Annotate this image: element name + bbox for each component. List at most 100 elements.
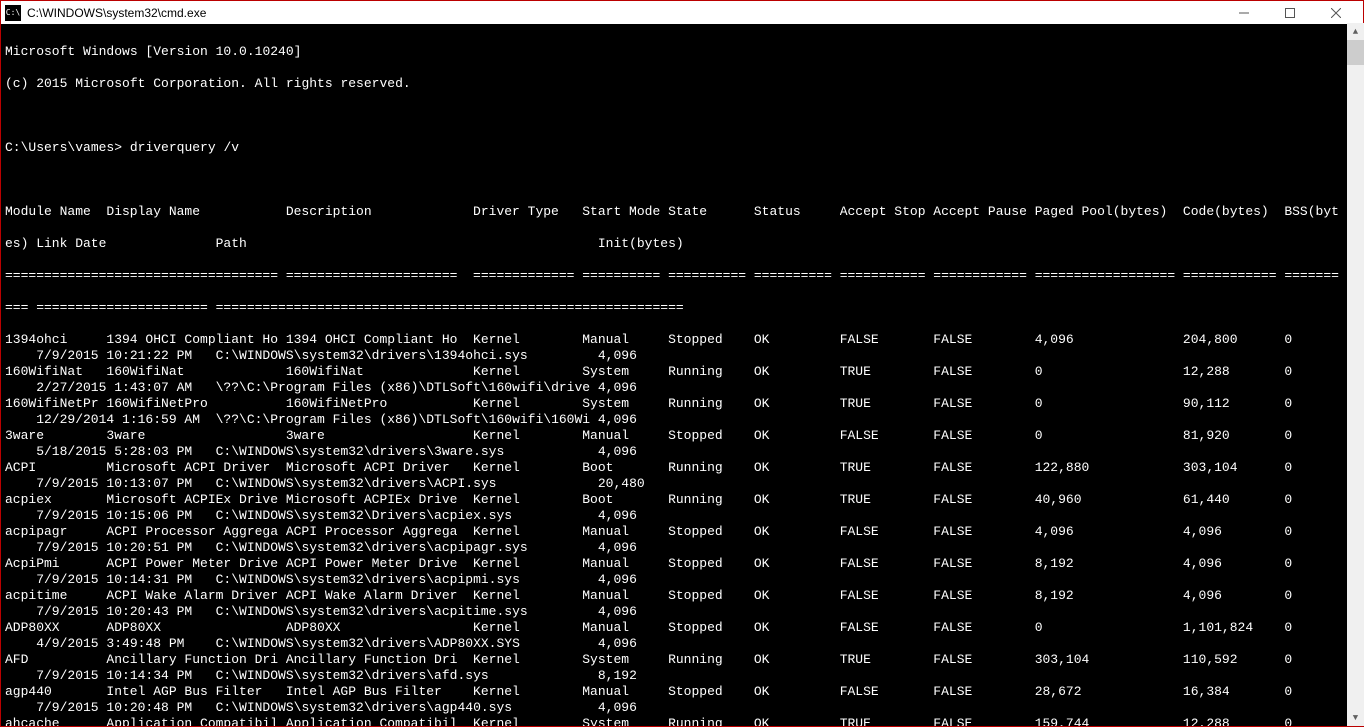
driver-row-detail: 7/9/2015 10:15:06 PMC:\WINDOWS\system32\… xyxy=(5,508,1359,524)
cell-pool: 4,096 xyxy=(1035,332,1183,348)
window-title: C:\WINDOWS\system32\cmd.exe xyxy=(27,6,1221,20)
cell-start: Manual xyxy=(582,332,668,348)
col-module: Module Name xyxy=(5,204,106,220)
cell-type: Kernel xyxy=(473,684,582,700)
col-apause: Accept Pause xyxy=(933,204,1034,220)
cell-pool: 8,192 xyxy=(1035,556,1183,572)
minimize-button[interactable] xyxy=(1221,1,1267,24)
cell-code: 4,096 xyxy=(1183,524,1284,540)
cell-link: 7/9/2015 10:20:51 PM xyxy=(36,540,215,556)
cell-apause: FALSE xyxy=(933,396,1034,412)
cell-type: Kernel xyxy=(473,396,582,412)
close-button[interactable] xyxy=(1313,1,1359,24)
cell-desc: Microsoft ACPIEx Drive xyxy=(286,492,473,508)
cell-module: 160WifiNat xyxy=(5,364,106,380)
cell-astop: FALSE xyxy=(840,332,934,348)
cell-bss: 0 xyxy=(1284,460,1339,476)
maximize-button[interactable] xyxy=(1267,1,1313,24)
col-es: es) xyxy=(5,236,36,252)
header-row-1: Module NameDisplay NameDescriptionDriver… xyxy=(5,204,1359,220)
cell-astop: TRUE xyxy=(840,364,934,380)
cell-display: Ancillary Function Dri xyxy=(106,652,285,668)
cell-init: 4,096 xyxy=(598,636,692,652)
cell-astop: FALSE xyxy=(840,684,934,700)
cell-start: Manual xyxy=(582,684,668,700)
cell-desc: 160WifiNetPro xyxy=(286,396,473,412)
cell-desc: Intel AGP Bus Filter xyxy=(286,684,473,700)
cell-link: 4/9/2015 3:49:48 PM xyxy=(36,636,215,652)
cell-display: 3ware xyxy=(106,428,285,444)
cell-module: ahcache xyxy=(5,716,106,726)
scroll-down-button[interactable]: ▼ xyxy=(1347,709,1364,726)
cell-path: C:\WINDOWS\system32\drivers\acpipagr.sys xyxy=(216,540,598,556)
cell-astop: TRUE xyxy=(840,460,934,476)
cell-bss: 0 xyxy=(1284,428,1339,444)
cell-display: ACPI Power Meter Drive xyxy=(106,556,285,572)
scrollbar-track[interactable] xyxy=(1347,40,1364,709)
cell-link: 7/9/2015 10:13:07 PM xyxy=(36,476,215,492)
cell-bss: 0 xyxy=(1284,716,1339,726)
cell-astop: TRUE xyxy=(840,492,934,508)
cell-astop: FALSE xyxy=(840,588,934,604)
cell-path: C:\WINDOWS\system32\drivers\agp440.sys xyxy=(216,700,598,716)
cell-state: Stopped xyxy=(668,332,754,348)
cell-display: ADP80XX xyxy=(106,620,285,636)
driver-row: agp440Intel AGP Bus FilterIntel AGP Bus … xyxy=(5,684,1359,700)
cell-code: 204,800 xyxy=(1183,332,1284,348)
cell-apause: FALSE xyxy=(933,460,1034,476)
cell-status: OK xyxy=(754,428,840,444)
cell-start: Manual xyxy=(582,556,668,572)
cell-type: Kernel xyxy=(473,716,582,726)
cell-desc: ADP80XX xyxy=(286,620,473,636)
driver-row-detail: 7/9/2015 10:20:48 PMC:\WINDOWS\system32\… xyxy=(5,700,1359,716)
cell-status: OK xyxy=(754,620,840,636)
cell-module: agp440 xyxy=(5,684,106,700)
terminal-output[interactable]: Microsoft Windows [Version 10.0.10240] (… xyxy=(1,24,1363,726)
cell-init: 4,096 xyxy=(598,508,692,524)
scrollbar-thumb[interactable] xyxy=(1347,40,1364,65)
col-type: Driver Type xyxy=(473,204,582,220)
cell-start: Manual xyxy=(582,428,668,444)
cell-code: 110,592 xyxy=(1183,652,1284,668)
cell-path: \??\C:\Program Files (x86)\DTLSoft\160wi… xyxy=(216,412,598,428)
cell-display: Intel AGP Bus Filter xyxy=(106,684,285,700)
cell-code: 12,288 xyxy=(1183,716,1284,726)
col-bss: BSS(byt xyxy=(1284,204,1339,220)
cell-display: 160WifiNat xyxy=(106,364,285,380)
prompt-line: C:\Users\vames> driverquery /v xyxy=(5,140,1359,156)
sep-row-2: ========================================… xyxy=(5,300,1359,316)
cell-link: 7/9/2015 10:15:06 PM xyxy=(36,508,215,524)
cell-apause: FALSE xyxy=(933,620,1034,636)
cell-path: C:\WINDOWS\system32\drivers\afd.sys xyxy=(216,668,598,684)
cell-start: System xyxy=(582,716,668,726)
col-start: Start Mode xyxy=(582,204,668,220)
cell-desc: 1394 OHCI Compliant Ho xyxy=(286,332,473,348)
prompt-path: C:\Users\vames> xyxy=(5,140,122,155)
cell-pool: 159,744 xyxy=(1035,716,1183,726)
cell-apause: FALSE xyxy=(933,716,1034,726)
cell-start: Boot xyxy=(582,460,668,476)
cell-pool: 28,672 xyxy=(1035,684,1183,700)
cell-start: System xyxy=(582,364,668,380)
cell-apause: FALSE xyxy=(933,652,1034,668)
cell-desc: ACPI Processor Aggrega xyxy=(286,524,473,540)
cell-status: OK xyxy=(754,716,840,726)
cell-pool: 0 xyxy=(1035,620,1183,636)
cell-astop: FALSE xyxy=(840,524,934,540)
cell-type: Kernel xyxy=(473,428,582,444)
vertical-scrollbar[interactable]: ▲ ▼ xyxy=(1347,23,1364,726)
cell-module: AcpiPmi xyxy=(5,556,106,572)
cell-apause: FALSE xyxy=(933,588,1034,604)
cell-path: C:\WINDOWS\system32\drivers\acpitime.sys xyxy=(216,604,598,620)
cell-code: 12,288 xyxy=(1183,364,1284,380)
cell-apause: FALSE xyxy=(933,364,1034,380)
cell-path: C:\WINDOWS\system32\drivers\acpipmi.sys xyxy=(216,572,598,588)
cell-init: 8,192 xyxy=(598,668,692,684)
driver-row-detail: 7/9/2015 10:20:51 PMC:\WINDOWS\system32\… xyxy=(5,540,1359,556)
cell-bss: 0 xyxy=(1284,524,1339,540)
driver-row: 160WifiNat160WifiNat160WifiNatKernelSyst… xyxy=(5,364,1359,380)
cell-desc: ACPI Power Meter Drive xyxy=(286,556,473,572)
cell-pool: 0 xyxy=(1035,396,1183,412)
cell-state: Running xyxy=(668,460,754,476)
scroll-up-button[interactable]: ▲ xyxy=(1347,23,1364,40)
